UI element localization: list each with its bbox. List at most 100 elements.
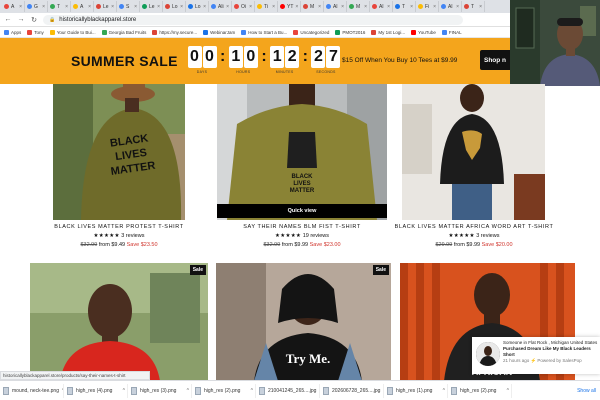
browser-tab[interactable]: Le × <box>94 1 117 12</box>
close-icon[interactable]: × <box>19 4 22 10</box>
browser-tab[interactable]: Fi × <box>416 1 439 12</box>
browser-tab[interactable]: Al × <box>439 1 462 12</box>
bookmark-item[interactable]: FINAL <box>441 29 462 35</box>
close-icon[interactable]: × <box>180 4 183 10</box>
browser-tab[interactable]: Ali × <box>209 1 232 12</box>
download-item[interactable]: high_res (2).png ^ <box>448 383 512 398</box>
download-item[interactable]: 210041245_265....jpg^ <box>256 383 320 398</box>
browser-tab[interactable]: Al × <box>370 1 393 12</box>
tab-favicon-icon <box>395 4 400 9</box>
bookmark-favicon-icon <box>371 29 377 35</box>
product-rating: ★★★★★ 3 reviews <box>384 233 564 239</box>
product-image-1[interactable]: BLACK LIVES MATTER <box>53 84 185 220</box>
close-icon[interactable]: × <box>410 4 413 10</box>
close-icon[interactable]: × <box>249 4 252 10</box>
close-icon[interactable]: × <box>456 4 459 10</box>
close-icon[interactable]: × <box>295 4 298 10</box>
bookmark-item[interactable]: WebinarJam <box>203 29 235 35</box>
bookmark-item[interactable]: https://my.secure... <box>152 29 197 35</box>
bookmark-item[interactable]: PMOT2016 <box>335 29 365 35</box>
product-image-5[interactable]: Sale <box>30 263 208 381</box>
close-icon[interactable]: × <box>157 4 160 10</box>
browser-tab[interactable]: M × <box>347 1 370 12</box>
download-item[interactable]: mound, neck-tee.png^ <box>0 383 64 398</box>
product-title[interactable]: BLACK LIVES MATTER AFRICA WORD ART T-SHI… <box>384 224 564 230</box>
browser-tab[interactable]: Lo × <box>186 1 209 12</box>
tab-label: A <box>80 3 84 10</box>
bookmark-label: Apps <box>11 29 22 35</box>
close-icon[interactable]: × <box>272 4 275 10</box>
timer-unit: 2 7 SECONDS <box>311 46 341 74</box>
browser-tab[interactable]: Al × <box>324 1 347 12</box>
chevron-up-icon[interactable]: ^ <box>251 388 253 394</box>
close-icon[interactable]: × <box>318 4 321 10</box>
tab-label: Fi <box>425 3 430 10</box>
reload-icon[interactable]: ↻ <box>30 16 38 24</box>
download-filename: high_res (2).png <box>460 387 497 394</box>
close-icon[interactable]: × <box>341 4 344 10</box>
browser-tab[interactable]: S × <box>117 1 140 12</box>
forward-icon[interactable]: → <box>17 16 25 23</box>
chevron-up-icon[interactable]: ^ <box>123 388 125 394</box>
close-icon[interactable]: × <box>111 4 114 10</box>
chevron-up-icon[interactable]: ^ <box>187 388 189 394</box>
download-item[interactable]: 202606728_265....jpg^ <box>320 383 384 398</box>
browser-tab[interactable]: T × <box>462 1 485 12</box>
close-icon[interactable]: × <box>203 4 206 10</box>
download-item[interactable]: high_res (2).png ^ <box>192 383 256 398</box>
close-icon[interactable]: × <box>433 4 436 10</box>
close-icon[interactable]: × <box>88 4 91 10</box>
close-icon[interactable]: × <box>479 4 482 10</box>
close-icon[interactable]: × <box>134 4 137 10</box>
file-icon <box>131 386 137 395</box>
browser-tab[interactable]: Lo × <box>163 1 186 12</box>
product-image-3[interactable] <box>402 84 545 220</box>
bookmark-item[interactable]: Georgia Bad Fruits <box>101 29 146 35</box>
product-image-2[interactable]: BLACK LIVES MATTER Quick view <box>217 84 387 220</box>
browser-tab[interactable]: A × <box>2 1 25 12</box>
url-field[interactable]: 🔒 historicallyblackapparel.store <box>43 14 463 25</box>
bookmark-label: Tony <box>34 29 44 35</box>
bookmark-item[interactable]: My 1st Logi... <box>371 29 406 35</box>
browser-tab[interactable]: Ti × <box>255 1 278 12</box>
product-title[interactable]: BLACK LIVES MATTER PROTEST T-SHIRT <box>29 224 209 230</box>
rating-stars-icon: ★★★★★ <box>93 233 120 239</box>
close-icon[interactable]: × <box>226 4 229 10</box>
quick-view-button[interactable]: Quick view <box>217 204 387 218</box>
close-icon[interactable]: × <box>364 4 367 10</box>
browser-tab[interactable]: YT × <box>278 1 301 12</box>
bookmark-item[interactable]: Apps <box>4 29 22 35</box>
download-item[interactable]: high_res (4).png ^ <box>64 383 128 398</box>
tab-favicon-icon <box>349 4 354 9</box>
browser-tab[interactable]: Le × <box>140 1 163 12</box>
file-icon <box>3 386 9 395</box>
browser-tab[interactable]: T × <box>393 1 416 12</box>
chevron-up-icon[interactable]: ^ <box>507 388 509 394</box>
bookmark-label: YouTube <box>418 29 436 35</box>
bookmark-item[interactable]: Your Guide to Bui... <box>49 29 96 35</box>
download-item[interactable]: high_res (1).png ^ <box>384 383 448 398</box>
back-icon[interactable]: ← <box>4 16 12 23</box>
timer-separator: : <box>261 48 267 65</box>
bookmark-item[interactable]: YouTube <box>411 29 436 35</box>
review-count: 3 reviews <box>476 233 500 239</box>
close-icon[interactable]: × <box>65 4 68 10</box>
browser-tab[interactable]: T × <box>48 1 71 12</box>
bookmark-item[interactable]: Tony <box>27 29 44 35</box>
tab-label: Al <box>448 3 453 10</box>
browser-tab[interactable]: G × <box>25 1 48 12</box>
browser-tab[interactable]: Oi × <box>232 1 255 12</box>
product-title[interactable]: SAY THEIR NAMES BLM FIST T-SHIRT <box>212 224 392 230</box>
product-image-6[interactable]: Try Me. Sale <box>216 263 391 381</box>
close-icon[interactable]: × <box>387 4 390 10</box>
browser-tab[interactable]: A × <box>71 1 94 12</box>
salespop-notification[interactable]: Someone in Flat Rock , Michigan United S… <box>472 337 600 374</box>
bookmark-item[interactable]: How to Start a Bu... <box>241 29 287 35</box>
bookmark-item[interactable]: Uncategorized <box>293 29 329 35</box>
close-icon[interactable]: × <box>42 4 45 10</box>
chevron-up-icon[interactable]: ^ <box>443 388 445 394</box>
browser-tab[interactable]: M × <box>301 1 324 12</box>
download-item[interactable]: high_res (3).png ^ <box>128 383 192 398</box>
bookmark-label: My 1st Logi... <box>378 29 406 35</box>
show-all-downloads-button[interactable]: Show all <box>577 388 600 394</box>
